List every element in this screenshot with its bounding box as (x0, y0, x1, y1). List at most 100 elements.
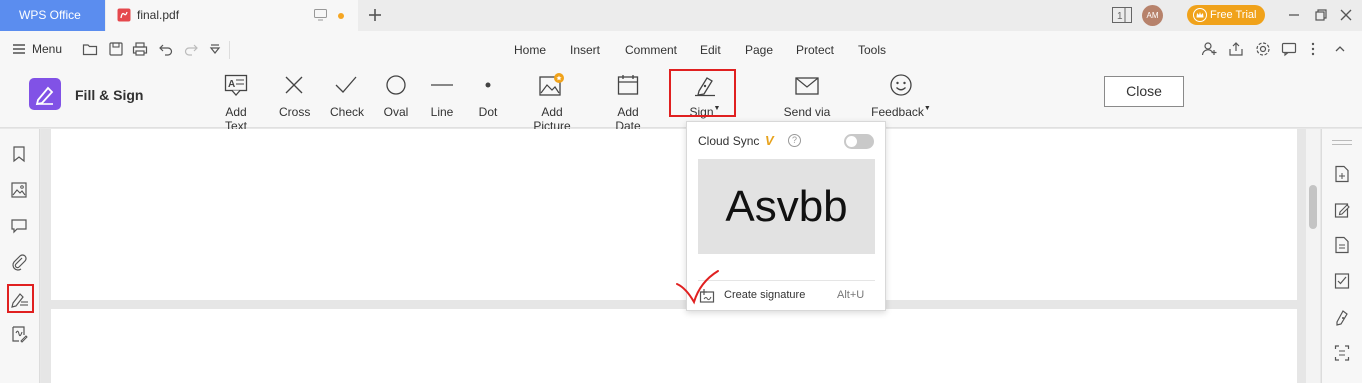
create-signature-item[interactable]: Create signature (724, 289, 805, 301)
tab-insert[interactable]: Insert (570, 43, 600, 57)
avatar[interactable]: AM (1142, 5, 1163, 26)
line-icon (430, 72, 454, 98)
tab-wps-office[interactable]: WPS Office (0, 0, 105, 31)
annotation-checkmark-icon (672, 266, 724, 308)
edit-note-icon[interactable] (1334, 201, 1350, 219)
check-tool[interactable]: Check (330, 72, 365, 119)
oval-icon (383, 72, 409, 98)
divider (229, 41, 230, 59)
document-lines-icon[interactable] (1334, 236, 1350, 254)
signature-panel-icon[interactable] (10, 325, 28, 343)
tab-home[interactable]: Home (514, 43, 546, 57)
free-trial-button[interactable]: Free Trial (1187, 5, 1265, 25)
attachment-icon[interactable] (10, 253, 28, 271)
create-signature-shortcut: Alt+U (837, 289, 865, 301)
dot-tool[interactable]: Dot (476, 72, 500, 119)
sign-highlight-box (669, 69, 736, 117)
add-page-icon[interactable] (1334, 165, 1350, 183)
scan-frame-icon[interactable] (1334, 344, 1350, 362)
cross-icon (279, 72, 309, 98)
redo-icon[interactable] (183, 41, 199, 57)
svg-text:1: 1 (1117, 11, 1123, 22)
export-icon[interactable] (1228, 41, 1244, 57)
feedback-tool[interactable]: Feedback▼ (871, 72, 931, 119)
toggle-knob (846, 136, 857, 147)
settings-gear-icon[interactable] (1255, 41, 1271, 57)
cloud-sync-label: Cloud Sync (698, 134, 760, 148)
pdf-page-2[interactable] (51, 309, 1297, 383)
svg-text:A: A (228, 79, 235, 90)
right-sidebar (1321, 129, 1362, 383)
free-trial-label: Free Trial (1210, 9, 1257, 21)
fill-sign-title: Fill & Sign (75, 87, 144, 103)
print-icon[interactable] (132, 41, 148, 57)
add-picture-icon (521, 72, 583, 98)
close-button[interactable]: Close (1104, 76, 1184, 107)
line-label: Line (430, 105, 454, 119)
envelope-icon (769, 72, 845, 98)
save-icon[interactable] (108, 41, 124, 57)
menu-bar: Menu Home Insert Comment Edit Page Prote… (0, 31, 1362, 68)
add-date-tool[interactable]: Add Date (603, 72, 653, 133)
menu-button[interactable]: Menu (12, 42, 62, 56)
more-dots-icon[interactable] (1306, 41, 1320, 57)
tab-tools[interactable]: Tools (858, 43, 886, 57)
add-picture-tool[interactable]: Add Picture (521, 72, 583, 133)
document-area[interactable] (41, 129, 1320, 383)
checklist-icon[interactable] (1334, 272, 1350, 290)
tab-protect[interactable]: Protect (796, 43, 834, 57)
scrollbar-thumb[interactable] (1309, 185, 1317, 229)
pdf-file-icon (117, 8, 131, 22)
feedback-chat-icon[interactable] (1281, 41, 1297, 57)
unsaved-dot-icon (338, 13, 344, 19)
comment-icon[interactable] (10, 217, 28, 235)
check-icon (330, 72, 362, 98)
fill-sign-highlight-box (7, 284, 34, 313)
signature-preview[interactable]: Asvbb (698, 159, 875, 254)
tab-comment[interactable]: Comment (625, 43, 677, 57)
bookmark-icon[interactable] (10, 145, 28, 163)
feedback-caret-icon: ▼ (923, 105, 931, 112)
oval-tool[interactable]: Oval (383, 72, 409, 119)
tab-document[interactable]: final.pdf (106, 0, 358, 31)
smiley-icon (871, 72, 931, 98)
open-folder-icon[interactable] (82, 41, 98, 57)
menu-label: Menu (32, 42, 63, 56)
feedback-label: Feedback (871, 105, 924, 119)
thumbnail-image-icon[interactable] (10, 181, 28, 199)
tab-edit[interactable]: Edit (700, 43, 721, 57)
share-user-icon[interactable] (1201, 41, 1217, 57)
layout-icon[interactable]: 1 (1112, 7, 1132, 23)
fill-sign-logo-icon (29, 78, 61, 110)
cloud-sync-toggle[interactable] (844, 134, 874, 149)
pen-tool-icon[interactable] (1334, 308, 1350, 326)
vertical-scrollbar[interactable] (1306, 129, 1320, 383)
tab-document-label: final.pdf (137, 8, 180, 22)
tab-page[interactable]: Page (745, 43, 773, 57)
customize-dropdown-icon[interactable] (208, 43, 222, 55)
line-tool[interactable]: Line (430, 72, 454, 119)
undo-icon[interactable] (158, 41, 174, 57)
collapse-chevron-icon[interactable] (1333, 42, 1347, 56)
dot-label: Dot (478, 105, 498, 119)
divider (698, 280, 875, 281)
restore-icon[interactable] (1314, 8, 1328, 22)
cross-tool[interactable]: Cross (279, 72, 311, 119)
title-bar: WPS Office final.pdf 1 AM Free Trial (0, 0, 1362, 31)
dot-icon (476, 72, 500, 98)
vip-badge-icon: V (765, 133, 774, 148)
calendar-icon (603, 72, 653, 98)
add-text-tool[interactable]: A Add Text (214, 72, 258, 133)
new-tab-plus-icon[interactable] (366, 6, 384, 24)
sidebar-drag-handle[interactable] (1332, 140, 1352, 145)
oval-label: Oval (383, 105, 409, 119)
help-icon[interactable]: ? (788, 134, 801, 147)
fill-sign-ribbon: Fill & Sign A Add Text Cross Check Oval … (0, 68, 1362, 133)
minimize-icon[interactable] (1287, 8, 1301, 22)
monitor-icon[interactable] (314, 9, 327, 21)
cross-label: Cross (279, 105, 311, 119)
window-close-icon[interactable] (1339, 8, 1353, 22)
left-sidebar (0, 129, 40, 383)
check-label: Check (330, 105, 365, 119)
hamburger-icon (12, 43, 26, 55)
